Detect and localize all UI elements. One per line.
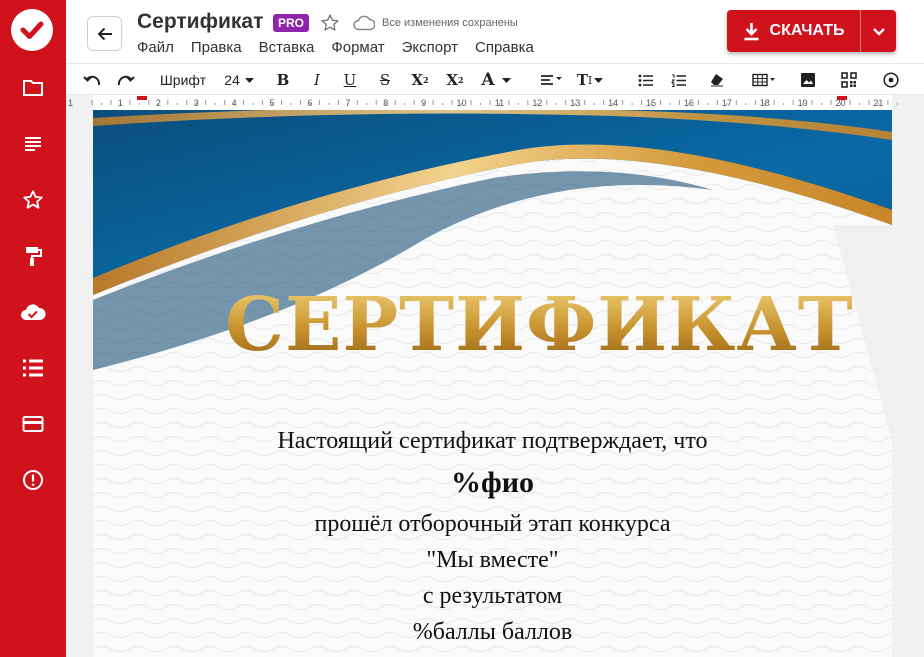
ruler-number: 1 <box>118 98 123 108</box>
ruler-number: 5 <box>270 98 275 108</box>
italic-icon[interactable]: I <box>307 67 327 93</box>
ruler-number: 14 <box>608 98 618 108</box>
download-options-button[interactable] <box>861 10 896 52</box>
ruler-number: 12 <box>532 98 542 108</box>
star-icon[interactable] <box>20 187 46 213</box>
target-icon[interactable] <box>880 67 902 93</box>
certificate-heading[interactable]: СЕРТИФИКАТ <box>93 282 892 368</box>
image-icon[interactable] <box>797 67 819 93</box>
text-size-icon[interactable]: TI <box>574 67 606 93</box>
ruler-number: 13 <box>570 98 580 108</box>
ruler-number: 17 <box>722 98 732 108</box>
ruler-track <box>93 95 892 110</box>
chevron-down-icon <box>872 27 885 36</box>
qr-code-icon[interactable] <box>838 67 860 93</box>
download-icon <box>744 22 759 40</box>
ruler-scale: 1 1 2 3 4 5 6 7 8 9 10 11 12 13 14 15 16 17 18 19 20 21 <box>68 95 898 110</box>
font-size-caret-icon[interactable] <box>243 67 255 93</box>
menu-bar: Файл Правка Вставка Формат Экспорт Справ… <box>137 39 551 56</box>
ruler-left-margin-marker[interactable] <box>137 96 147 100</box>
pro-badge: PRO <box>273 14 310 32</box>
doc-line-1[interactable]: Настоящий сертификат подтверждает, что <box>93 428 892 455</box>
numbered-list-icon[interactable] <box>668 67 690 93</box>
cloud-icon <box>353 15 375 31</box>
download-button-group: СКАЧАТЬ <box>727 10 896 52</box>
download-button[interactable]: СКАЧАТЬ <box>727 10 860 52</box>
doc-line-3[interactable]: прошёл отборочный этап конкурса <box>93 511 892 538</box>
doc-line-4[interactable]: "Мы вместе" <box>93 547 892 574</box>
ruler-number: 9 <box>421 98 426 108</box>
ruler-number: 1 <box>68 98 73 108</box>
document-lines-icon[interactable] <box>20 131 46 157</box>
ruler-number: 19 <box>798 98 808 108</box>
bullet-list-icon[interactable] <box>635 67 657 93</box>
subscript-icon[interactable]: X2 <box>444 67 466 93</box>
text-color-caret-icon[interactable] <box>500 67 512 93</box>
alert-icon[interactable] <box>20 467 46 493</box>
ruler-number: 15 <box>646 98 656 108</box>
ruler-number: 4 <box>232 98 237 108</box>
menu-item-export[interactable]: Экспорт <box>402 39 458 56</box>
strikethrough-icon[interactable]: S <box>375 67 395 93</box>
doc-line-6[interactable]: %баллы баллов <box>93 619 892 646</box>
ruler-number: 10 <box>457 98 467 108</box>
doc-line-5[interactable]: с результатом <box>93 583 892 610</box>
doc-line-name[interactable]: %фио <box>93 466 892 500</box>
align-icon[interactable] <box>538 67 566 93</box>
ruler-number: 3 <box>194 98 199 108</box>
document-page[interactable]: СЕРТИФИКАТ Настоящий сертификат подтверж… <box>93 110 892 657</box>
menu-item-edit[interactable]: Правка <box>191 39 242 56</box>
ruler-right-margin-marker[interactable] <box>837 96 847 100</box>
arrow-left-icon <box>97 27 112 40</box>
save-status: Все изменения сохранены <box>382 17 518 29</box>
bold-icon[interactable]: B <box>273 67 293 93</box>
menu-item-file[interactable]: Файл <box>137 39 174 56</box>
ruler-number: 21 <box>873 98 883 108</box>
folder-icon[interactable] <box>20 75 46 101</box>
table-icon[interactable] <box>750 67 778 93</box>
favorite-star-icon[interactable] <box>320 13 340 33</box>
text-color-icon[interactable]: A <box>478 67 498 93</box>
cloud-check-icon[interactable] <box>20 299 46 325</box>
ruler-number: 16 <box>684 98 694 108</box>
credit-card-icon[interactable] <box>20 411 46 437</box>
ruler-number: 18 <box>760 98 770 108</box>
left-sidebar <box>0 0 66 657</box>
font-family-select[interactable]: Шрифт <box>159 67 207 93</box>
app-logo-icon[interactable] <box>11 9 53 51</box>
back-button[interactable] <box>87 16 122 51</box>
clear-format-icon[interactable] <box>706 67 728 93</box>
underline-icon[interactable]: U <box>340 67 360 93</box>
document-title[interactable]: Сертификат <box>137 10 263 34</box>
undo-icon[interactable] <box>80 67 104 93</box>
superscript-icon[interactable]: X2 <box>409 67 431 93</box>
redo-icon[interactable] <box>114 67 138 93</box>
paint-roller-icon[interactable] <box>20 243 46 269</box>
font-size-select[interactable]: 24 <box>222 67 242 93</box>
header: Сертификат PRO Все изменения сохранены Ф… <box>66 0 924 63</box>
list-icon[interactable] <box>20 355 46 381</box>
ruler-number: 7 <box>345 98 350 108</box>
ruler-number: 6 <box>307 98 312 108</box>
ruler-number: 11 <box>495 98 504 108</box>
menu-item-format[interactable]: Формат <box>331 39 384 56</box>
ruler-number: 8 <box>383 98 388 108</box>
ruler-number: 2 <box>156 98 161 108</box>
certificate-background <box>93 110 892 657</box>
ruler[interactable]: 1 1 2 3 4 5 6 7 8 9 10 11 12 13 14 15 16 17 18 19 20 21 <box>66 95 924 110</box>
download-label: СКАЧАТЬ <box>769 22 845 39</box>
menu-item-insert[interactable]: Вставка <box>259 39 315 56</box>
formatting-toolbar: Шрифт 24 B I U S X2 X2 A TI <box>66 63 924 95</box>
menu-item-help[interactable]: Справка <box>475 39 534 56</box>
